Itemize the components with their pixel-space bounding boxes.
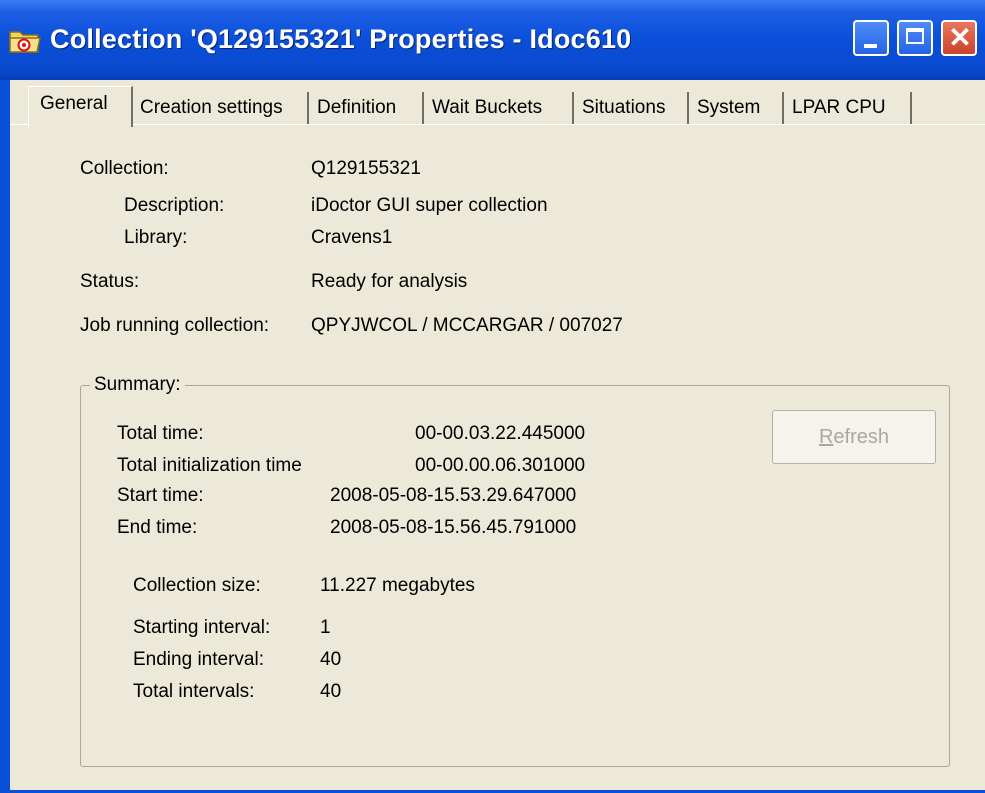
total-intervals-label: Total intervals:	[133, 681, 255, 702]
tab-general[interactable]: General	[28, 86, 133, 127]
starting-interval-label: Starting interval:	[133, 617, 271, 638]
total-time-value: 00-00.03.22.445000	[415, 423, 586, 444]
tab-label: Definition	[317, 97, 397, 118]
tab-label: Wait Buckets	[432, 97, 543, 118]
collection-label: Collection:	[80, 158, 169, 179]
tab-definition[interactable]: Definition	[309, 92, 424, 125]
description-label: Description:	[124, 195, 225, 216]
library-label: Library:	[124, 227, 188, 248]
close-button[interactable]: ✕	[941, 20, 977, 56]
end-time-value: 2008-05-08-15.56.45.791000	[330, 517, 577, 538]
tab-system[interactable]: System	[689, 92, 784, 125]
tab-label: General	[40, 93, 108, 114]
tab-wait-buckets[interactable]: Wait Buckets	[424, 92, 574, 125]
total-intervals-value: 40	[320, 681, 342, 702]
ending-interval-value: 40	[320, 649, 342, 670]
start-time-value: 2008-05-08-15.53.29.647000	[330, 485, 577, 506]
collection-size-label: Collection size:	[133, 575, 261, 596]
tab-creation-settings[interactable]: Creation settings	[132, 92, 309, 125]
tab-strip: General Creation settings Definition Wai…	[10, 80, 985, 127]
collection-size-value: 11.227 megabytes	[320, 575, 475, 596]
end-time-label: End time:	[117, 517, 198, 538]
properties-window: Collection 'Q129155321' Properties - Ido…	[0, 0, 985, 793]
maximize-icon	[906, 28, 924, 44]
tab-situations[interactable]: Situations	[574, 92, 689, 125]
status-value: Ready for analysis	[311, 271, 468, 292]
library-value: Cravens1	[311, 227, 393, 248]
total-time-label: Total time:	[117, 423, 204, 444]
total-initialization-time-label: Total initialization time	[117, 455, 302, 476]
window-title: Collection 'Q129155321' Properties - Ido…	[50, 24, 632, 54]
tab-lpar-cpu[interactable]: LPAR CPU	[784, 92, 912, 125]
minimize-button[interactable]	[853, 20, 889, 56]
tab-label: System	[697, 97, 761, 118]
refresh-button-label: Refresh	[818, 426, 890, 448]
job-running-collection-value: QPYJWCOL / MCCARGAR / 007027	[311, 315, 623, 336]
minimize-icon	[864, 44, 877, 48]
ending-interval-label: Ending interval:	[133, 649, 264, 670]
summary-legend: Summary:	[90, 374, 185, 396]
job-running-collection-label: Job running collection:	[80, 315, 270, 336]
collection-value: Q129155321	[311, 158, 421, 179]
status-label: Status:	[80, 271, 140, 292]
tab-divider	[10, 124, 985, 125]
starting-interval-value: 1	[320, 617, 331, 638]
dialog-client-area: General Creation settings Definition Wai…	[10, 80, 985, 793]
tab-label: Situations	[582, 97, 666, 118]
maximize-button[interactable]	[897, 20, 933, 56]
close-icon: ✕	[948, 22, 972, 53]
total-initialization-time-value: 00-00.00.06.301000	[415, 455, 586, 476]
description-value: iDoctor GUI super collection	[311, 195, 548, 216]
tab-label: LPAR CPU	[792, 97, 886, 118]
title-bar[interactable]: Collection 'Q129155321' Properties - Ido…	[0, 0, 985, 80]
tab-label: Creation settings	[140, 97, 283, 118]
start-time-label: Start time:	[117, 485, 204, 506]
folder-collection-icon	[8, 26, 42, 54]
refresh-button[interactable]: Refresh	[772, 410, 936, 464]
